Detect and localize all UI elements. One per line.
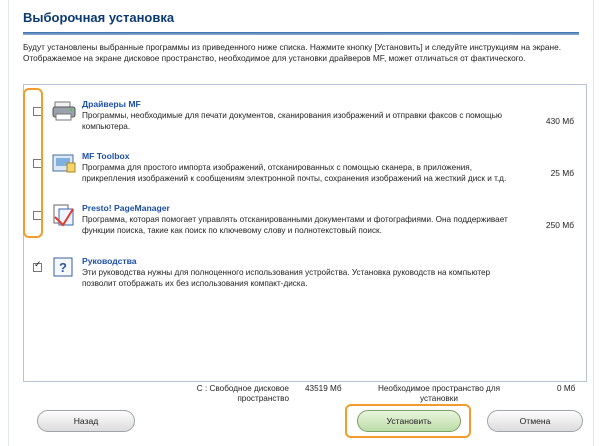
item-description: Программа для простого импорта изображен…: [82, 163, 507, 183]
component-list: Драйверы MF Программы, необходимые для п…: [23, 84, 587, 382]
item-name[interactable]: Presto! PageManager: [82, 203, 170, 213]
item-description: Программа, которая помогает управлять от…: [82, 215, 508, 235]
title-divider: [23, 32, 579, 35]
checkbox-manuals[interactable]: [33, 260, 42, 272]
item-size: 430 Мб: [545, 116, 574, 126]
checkbox-mf-drivers[interactable]: [33, 107, 42, 116]
item-description: Программы, необходимые для печати докуме…: [82, 111, 503, 131]
item-name[interactable]: Руководства: [82, 256, 137, 266]
item-size: 25 Мб: [550, 168, 574, 178]
cancel-button[interactable]: Отмена: [487, 410, 583, 432]
checkbox-presto-pagemanager[interactable]: [33, 211, 42, 220]
free-space-label-line2: пространство: [237, 394, 289, 403]
item-description: Эти руководства нужны для полноценного и…: [82, 268, 491, 288]
back-button[interactable]: Назад: [37, 410, 135, 432]
installer-window: Выборочная установка Будут установлены в…: [8, 0, 594, 446]
required-space-label: Необходимое пространство для установки: [369, 384, 509, 404]
svg-text:?: ?: [59, 260, 67, 275]
intro-text: Будут установлены выбранные программы из…: [23, 42, 562, 63]
item-size: 250 Мб: [545, 220, 574, 230]
page-title: Выборочная установка: [23, 10, 175, 25]
pagemanager-icon: [53, 204, 74, 227]
required-space-value: 0 Мб: [557, 384, 576, 393]
required-space-label-line2: установки: [420, 394, 458, 403]
manuals-help-icon: ?: [53, 257, 73, 277]
install-button[interactable]: Установить: [357, 410, 461, 432]
required-space-label-line1: Необходимое пространство для: [377, 384, 501, 393]
item-name[interactable]: Драйверы MF: [82, 99, 141, 109]
printer-icon: [52, 101, 76, 121]
toolbox-icon: [52, 154, 76, 173]
item-name[interactable]: MF Toolbox: [82, 151, 130, 161]
free-space-value: 43519 Мб: [305, 384, 342, 393]
free-space-label-line1: C : Свободное дисковое: [196, 384, 289, 393]
free-space-label: C : Свободное дисковое пространство: [179, 384, 289, 404]
checkbox-mf-toolbox[interactable]: [33, 159, 42, 168]
